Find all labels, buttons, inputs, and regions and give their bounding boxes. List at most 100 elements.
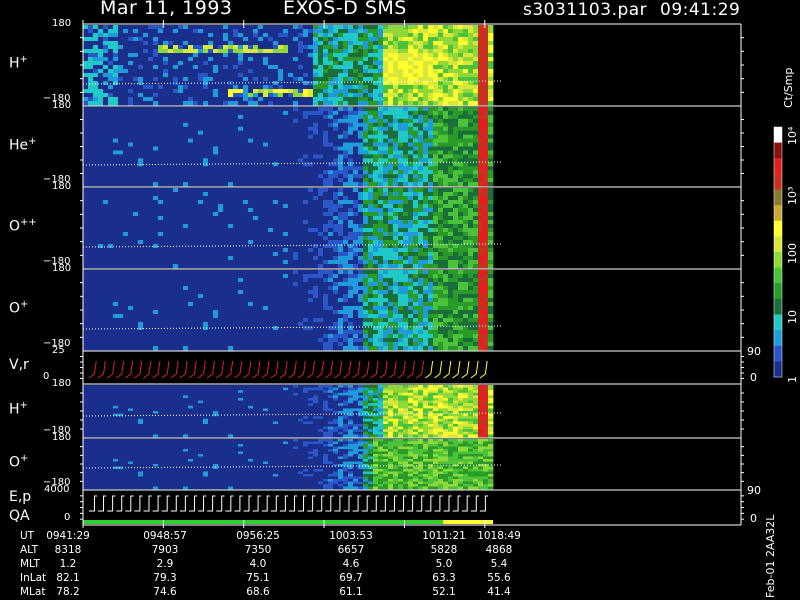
heatmap-cell: [323, 126, 329, 132]
heatmap-cell: [88, 208, 94, 213]
heatmap-cell: [388, 122, 394, 128]
heatmap-cell: [408, 65, 414, 70]
heatmap-cell: [338, 158, 344, 163]
heatmap-cell: [448, 85, 454, 90]
heatmap-cell: [273, 110, 279, 116]
heatmap-cell: [388, 126, 394, 132]
heatmap-cell: [243, 89, 249, 94]
heatmap-cell: [208, 232, 214, 237]
heatmap-cell: [473, 170, 479, 175]
heatmap-cell: [413, 142, 419, 147]
heatmap-cell: [123, 25, 129, 30]
heatmap-cell: [213, 89, 219, 94]
heatmap-cell: [373, 158, 379, 163]
heatmap-cell: [168, 192, 174, 197]
heatmap-cell: [458, 162, 464, 167]
heatmap-cell: [413, 240, 419, 245]
heatmap-cell: [103, 33, 109, 38]
heatmap-cell: [443, 114, 449, 120]
heatmap-cell: [163, 134, 169, 139]
heatmap-cell: [343, 220, 349, 225]
heatmap-cell: [228, 29, 234, 34]
heatmap-cell: [488, 41, 494, 46]
heatmap-cell: [268, 85, 274, 90]
heatmap-cell: [143, 146, 149, 151]
heatmap-cell: [343, 166, 349, 171]
spectrogram-plot-area: [80, 20, 783, 528]
heatmap-cell: [263, 150, 269, 155]
heatmap-cell: [133, 101, 139, 106]
heatmap-cell: [183, 57, 189, 62]
heatmap-cell: [333, 192, 339, 197]
heatmap-cell: [133, 37, 139, 42]
heatmap-cell: [193, 228, 199, 233]
heatmap-cell: [333, 232, 339, 237]
heatmap-cell: [268, 130, 274, 136]
heatmap-cell: [113, 85, 119, 90]
heatmap-cell: [168, 220, 174, 225]
heatmap-cell: [93, 29, 99, 34]
heatmap-cell: [118, 126, 124, 132]
heatmap-cell: [103, 150, 109, 155]
heatmap-cell: [413, 122, 419, 128]
heatmap-cell: [273, 37, 279, 42]
heatmap-cell: [228, 228, 234, 233]
heatmap-cell: [463, 122, 469, 128]
heatmap-cell: [313, 166, 319, 171]
heatmap-cell: [258, 216, 264, 221]
heatmap-cell: [143, 85, 149, 90]
heatmap-cell: [113, 61, 119, 66]
heatmap-cell: [203, 178, 209, 183]
heatmap-cell: [253, 138, 259, 143]
heatmap-cell: [253, 178, 259, 183]
heatmap-cell: [103, 178, 109, 183]
heatmap-cell: [268, 162, 274, 167]
heatmap-cell: [423, 224, 429, 229]
heatmap-cell: [298, 248, 304, 253]
heatmap-cell: [323, 110, 329, 116]
heatmap-cell: [388, 89, 394, 94]
heatmap-cell: [208, 107, 214, 112]
heatmap-cell: [288, 166, 294, 171]
heatmap-cell: [233, 200, 239, 205]
heatmap-cell: [378, 216, 384, 221]
heatmap-cell: [313, 146, 319, 151]
heatmap-cell: [328, 154, 334, 159]
heatmap-cell: [408, 118, 414, 124]
heatmap-cell: [398, 196, 404, 201]
heatmap-cell: [328, 240, 334, 245]
heatmap-cell: [313, 93, 319, 98]
heatmap-cell: [353, 114, 359, 120]
heatmap-cell: [88, 89, 94, 94]
heatmap-cell: [153, 216, 159, 221]
heatmap-cell: [113, 33, 119, 38]
heatmap-cell: [303, 122, 309, 128]
heatmap-cell: [208, 29, 214, 34]
heatmap-cell: [248, 240, 254, 245]
heatmap-cell: [203, 228, 209, 233]
heatmap-cell: [443, 118, 449, 124]
heatmap-cell: [153, 178, 159, 183]
heatmap-cell: [333, 188, 339, 193]
heatmap-cell: [218, 256, 224, 261]
heatmap-cell: [158, 101, 164, 106]
heatmap-cell: [83, 200, 89, 205]
heatmap-cell: [488, 107, 494, 112]
heatmap-cell: [443, 65, 449, 70]
heatmap-cell: [178, 69, 184, 74]
heatmap-cell: [193, 89, 199, 94]
heatmap-cell: [238, 138, 244, 143]
heatmap-cell: [393, 236, 399, 241]
heatmap-cell: [338, 216, 344, 221]
heatmap-cell: [113, 170, 119, 175]
heatmap-cell: [168, 264, 174, 269]
heatmap-cell: [473, 146, 479, 151]
heatmap-cell: [438, 228, 444, 233]
heatmap-cell: [268, 69, 274, 74]
heatmap-cell: [358, 41, 364, 46]
heatmap-cell: [248, 154, 254, 159]
heatmap-cell: [103, 228, 109, 233]
heatmap-cell: [218, 216, 224, 221]
heatmap-cell: [198, 138, 204, 143]
heatmap-cell: [133, 25, 139, 30]
